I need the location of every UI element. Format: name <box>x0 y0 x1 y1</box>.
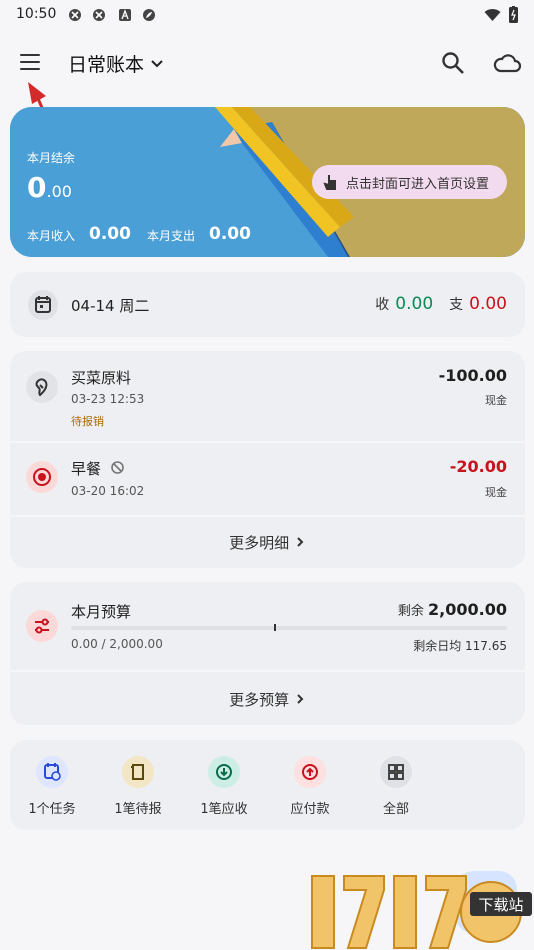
site-watermark-logo: 下载站 <box>308 862 534 950</box>
budget-row[interactable]: 本月预算 剩余 2,000.00 0.00 / 2,000.00 剩余日均 11… <box>10 582 525 670</box>
list-item[interactable]: 早餐 03-20 16:02 -20.00 现金 <box>10 443 525 515</box>
balance-value: 0.00 <box>27 171 72 204</box>
quick-action-payable[interactable]: 应付款 <box>270 756 350 817</box>
text-notification-icon <box>119 9 131 21</box>
breakfast-icon <box>26 461 58 493</box>
more-details-link[interactable]: 更多明细 <box>10 532 525 553</box>
cover-settings-tip[interactable]: 点击封面可进入首页设置 <box>312 165 507 199</box>
wifi-icon <box>484 9 501 21</box>
menu-button[interactable] <box>18 50 46 74</box>
expense-label: 本月支出 <box>147 229 196 243</box>
list-item[interactable]: 买菜原料 03-23 12:53 待报销 -100.00 现金 <box>10 351 525 441</box>
chevron-down-icon <box>151 59 163 67</box>
budget-card: 本月预算 剩余 2,000.00 0.00 / 2,000.00 剩余日均 11… <box>10 582 525 725</box>
quick-action-tasks[interactable]: 1个任务 <box>12 756 92 817</box>
quick-action-receivable[interactable]: 1笔应收 <box>184 756 264 817</box>
svg-text:下载站: 下载站 <box>478 896 523 914</box>
day-totals: 收 0.00 支 0.00 <box>375 294 507 314</box>
calendar-icon <box>28 290 58 320</box>
tap-hand-icon <box>323 175 336 190</box>
search-icon[interactable] <box>440 50 466 76</box>
grid-icon <box>380 756 412 788</box>
quick-action-reimburse[interactable]: 1笔待报 <box>98 756 178 817</box>
cloud-sync-icon[interactable] <box>492 50 522 76</box>
day-summary-card[interactable]: 04-14 周二 收 0.00 支 0.00 <box>10 272 525 337</box>
receipt-icon <box>122 756 154 788</box>
divider <box>10 670 525 672</box>
chevron-right-icon <box>297 694 304 704</box>
app-notification-icon <box>93 9 105 21</box>
no-refund-icon <box>111 461 124 474</box>
date-label: 04-14 周二 <box>71 297 150 315</box>
battery-icon <box>509 6 518 23</box>
transactions-card: 买菜原料 03-23 12:53 待报销 -100.00 现金 早餐 03-20… <box>10 351 525 568</box>
budget-progress-text: 0.00 / 2,000.00 <box>71 637 163 651</box>
budget-title: 本月预算 <box>71 603 132 621</box>
budget-remaining: 剩余 2,000.00 <box>397 600 507 619</box>
chevron-right-icon <box>297 537 304 547</box>
status-bar: 10:50 <box>0 0 534 30</box>
budget-progress-bar <box>71 624 507 631</box>
cover-card[interactable]: 本月结余 0.00 本月收入 0.00 本月支出 0.00 点击封面可进入首页设… <box>10 107 525 257</box>
divider <box>10 515 525 517</box>
arrow-down-circle-icon <box>208 756 240 788</box>
vegetable-icon <box>26 371 58 403</box>
status-time: 10:50 <box>16 6 57 22</box>
more-budget-link[interactable]: 更多预算 <box>10 689 525 710</box>
status-badge: 待报销 <box>71 415 104 428</box>
sliders-icon <box>26 610 58 642</box>
quick-action-all[interactable]: 全部 <box>356 756 436 817</box>
balance-label: 本月结余 <box>27 151 76 165</box>
expense-value: 0.00 <box>209 224 251 244</box>
page-title: 日常账本 <box>68 54 145 76</box>
income-label: 本月收入 <box>27 229 76 243</box>
budget-daily-avg: 剩余日均 117.65 <box>413 639 507 653</box>
leaf-notification-icon <box>143 9 155 21</box>
calendar-clock-icon <box>36 756 68 788</box>
income-value: 0.00 <box>89 224 131 244</box>
app-notification-icon <box>69 9 81 21</box>
quick-actions-card: 1个任务 1笔待报 1笔应收 应付款 全部 <box>10 740 525 830</box>
ledger-selector[interactable]: 日常账本 <box>68 50 166 77</box>
arrow-up-circle-icon <box>294 756 326 788</box>
